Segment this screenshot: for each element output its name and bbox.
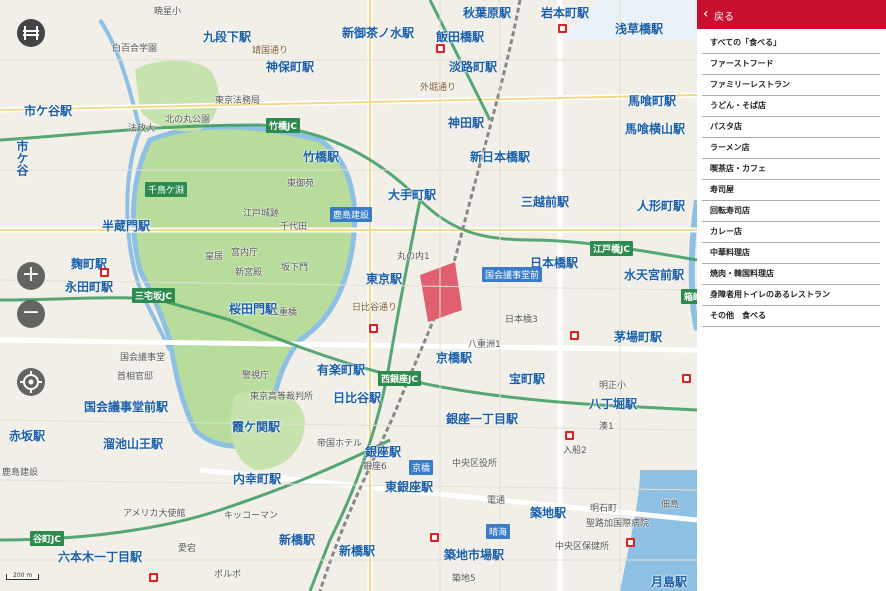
restaurant-pin[interactable] — [100, 268, 109, 277]
compass-icon[interactable] — [17, 19, 45, 47]
category-item-ramen[interactable]: ラーメン店 — [702, 139, 880, 159]
back-button[interactable]: ‹ 戻る — [697, 0, 886, 29]
map-canvas[interactable]: 飯田橋駅 九段下駅 神保町駅 新御茶ノ水駅 淡路町駅 秋葉原駅 岩本町駅 浅草橋… — [0, 0, 697, 591]
restaurant-pin[interactable] — [682, 374, 691, 383]
current-location-button[interactable] — [17, 368, 45, 396]
category-item-other[interactable]: その他 食べる — [702, 307, 880, 327]
restaurant-pin[interactable] — [626, 538, 635, 547]
category-item-pasta[interactable]: パスタ店 — [702, 118, 880, 138]
location-crosshair-icon — [20, 371, 42, 393]
category-item-udon-soba[interactable]: うどん・そば店 — [702, 97, 880, 117]
zoom-out-button[interactable]: − — [17, 300, 45, 328]
back-label: 戻る — [714, 12, 734, 23]
category-list: すべての「食べる」 ファーストフード ファミリーレストラン うどん・そば店 パス… — [702, 34, 880, 328]
chevron-left-icon: ‹ — [703, 6, 709, 22]
restaurant-pin[interactable] — [430, 533, 439, 542]
restaurant-pin[interactable] — [436, 44, 445, 53]
category-item-accessible-restaurant[interactable]: 身障者用トイレのあるレストラン — [702, 286, 880, 306]
category-item-kaiten-sushi[interactable]: 回転寿司店 — [702, 202, 880, 222]
zoom-in-button[interactable]: + — [17, 262, 45, 290]
category-item-yakiniku-korean[interactable]: 焼肉・韓国料理店 — [702, 265, 880, 285]
category-item-curry[interactable]: カレー店 — [702, 223, 880, 243]
category-item-family-restaurant[interactable]: ファミリーレストラン — [702, 76, 880, 96]
scale-bar: 200 m — [6, 573, 40, 580]
category-item-sushi[interactable]: 寿司屋 — [702, 181, 880, 201]
restaurant-pin[interactable] — [149, 573, 158, 582]
map-base — [0, 0, 697, 591]
restaurant-pin[interactable] — [369, 324, 378, 333]
category-item-fastfood[interactable]: ファーストフード — [702, 55, 880, 75]
restaurant-pin[interactable] — [565, 431, 574, 440]
category-item-all[interactable]: すべての「食べる」 — [702, 34, 880, 54]
category-panel: ‹ 戻る すべての「食べる」 ファーストフード ファミリーレストラン うどん・そ… — [697, 0, 886, 591]
restaurant-pin[interactable] — [570, 331, 579, 340]
category-item-cafe[interactable]: 喫茶店・カフェ — [702, 160, 880, 180]
restaurant-pin[interactable] — [558, 24, 567, 33]
category-item-chinese[interactable]: 中華料理店 — [702, 244, 880, 264]
